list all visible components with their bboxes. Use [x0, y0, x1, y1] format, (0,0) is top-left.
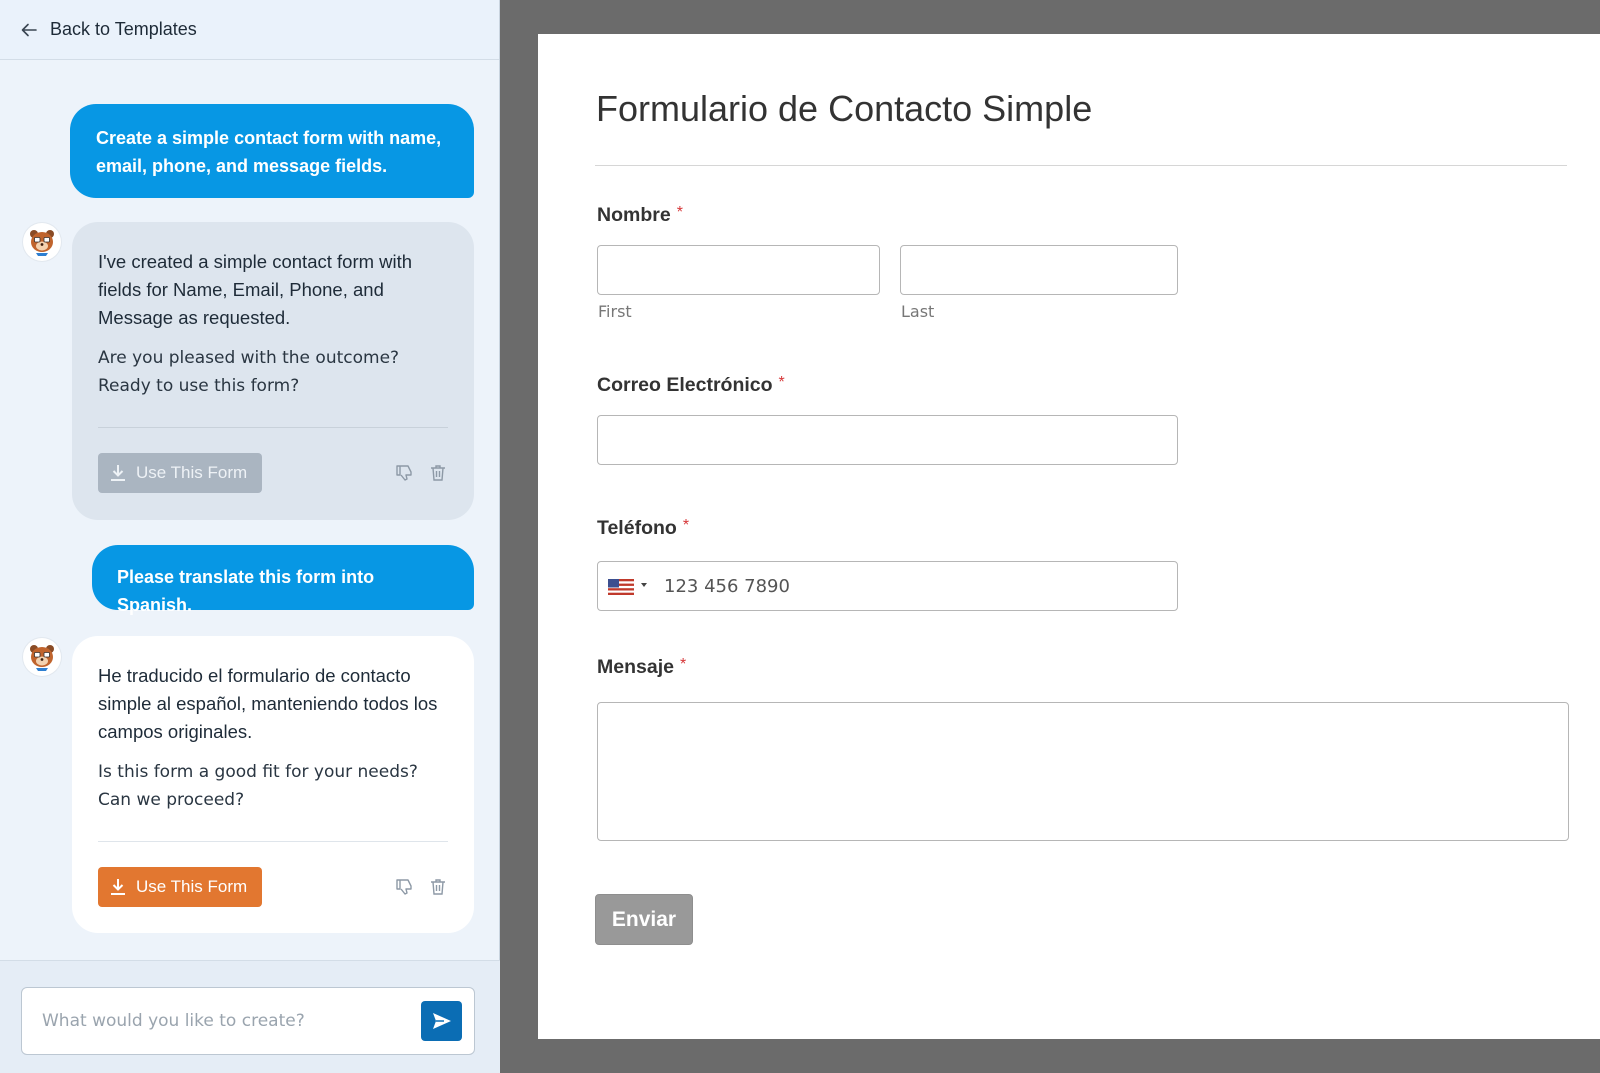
- message-label: Mensaje *: [597, 656, 687, 678]
- chat-header: Back to Templates: [0, 0, 499, 60]
- chat-composer: [0, 960, 500, 1073]
- form-preview: Formulario de Contacto Simple Nombre * Fi…: [538, 34, 1600, 1039]
- message-actions: [394, 463, 448, 483]
- phone-label: Teléfono *: [597, 517, 690, 539]
- last-name-input[interactable]: [900, 245, 1178, 295]
- arrow-left-icon: [21, 23, 37, 36]
- first-sublabel: First: [598, 302, 632, 321]
- prompt-input[interactable]: [22, 988, 402, 1054]
- use-this-form-label: Use This Form: [136, 463, 248, 482]
- first-name-input[interactable]: [597, 245, 880, 295]
- chat-panel: Back to Templates Create a simple contac…: [0, 0, 500, 1073]
- divider: [98, 427, 448, 428]
- phone-field: [597, 561, 1178, 611]
- name-label: Nombre *: [597, 204, 683, 226]
- assistant-question: Is this form a good fit for your needs? …: [98, 762, 418, 810]
- back-to-templates-link[interactable]: Back to Templates: [20, 19, 197, 40]
- message-textarea[interactable]: [597, 702, 1569, 841]
- user-message: Create a simple contact form with name, …: [70, 104, 474, 198]
- phone-input[interactable]: [656, 562, 1156, 610]
- send-button[interactable]: [421, 1001, 462, 1041]
- assistant-question: Are you pleased with the outcome? Ready …: [98, 348, 400, 396]
- prompt-box: [21, 987, 475, 1055]
- title-divider: [595, 165, 1567, 166]
- avatar: [23, 638, 61, 676]
- download-icon: [111, 465, 125, 481]
- trash-icon[interactable]: [428, 463, 448, 483]
- thumbs-down-icon[interactable]: [394, 877, 414, 897]
- required-marker: *: [676, 204, 683, 221]
- download-icon: [111, 879, 125, 895]
- assistant-message-text: I've created a simple contact form with …: [98, 251, 413, 328]
- chevron-down-icon[interactable]: [641, 583, 647, 587]
- bear-mascot-icon: [30, 645, 54, 671]
- email-label: Correo Electrónico *: [597, 374, 785, 396]
- form-title: Formulario de Contacto Simple: [596, 88, 1093, 129]
- bear-mascot-icon: [30, 230, 54, 256]
- last-sublabel: Last: [901, 302, 935, 321]
- assistant-message-text: He traducido el formulario de contacto s…: [98, 665, 438, 742]
- us-flag-icon[interactable]: [608, 579, 634, 595]
- trash-icon[interactable]: [428, 877, 448, 897]
- required-marker: *: [679, 656, 687, 673]
- message-actions: [394, 877, 448, 897]
- required-marker: *: [682, 517, 690, 534]
- email-input[interactable]: [597, 415, 1178, 465]
- use-this-form-button-disabled[interactable]: Use This Form: [98, 453, 262, 493]
- send-icon: [432, 1013, 451, 1029]
- required-marker: *: [778, 374, 785, 391]
- avatar: [23, 223, 61, 261]
- back-label: Back to Templates: [50, 19, 197, 39]
- use-this-form-button[interactable]: Use This Form: [98, 867, 262, 907]
- assistant-message: I've created a simple contact form with …: [72, 222, 474, 520]
- divider: [98, 841, 448, 842]
- use-this-form-label: Use This Form: [136, 877, 248, 896]
- submit-button[interactable]: Enviar: [595, 894, 693, 945]
- user-message: Please translate this form into Spanish.: [92, 545, 474, 615]
- assistant-message: He traducido el formulario de contacto s…: [72, 636, 474, 933]
- thumbs-down-icon[interactable]: [394, 463, 414, 483]
